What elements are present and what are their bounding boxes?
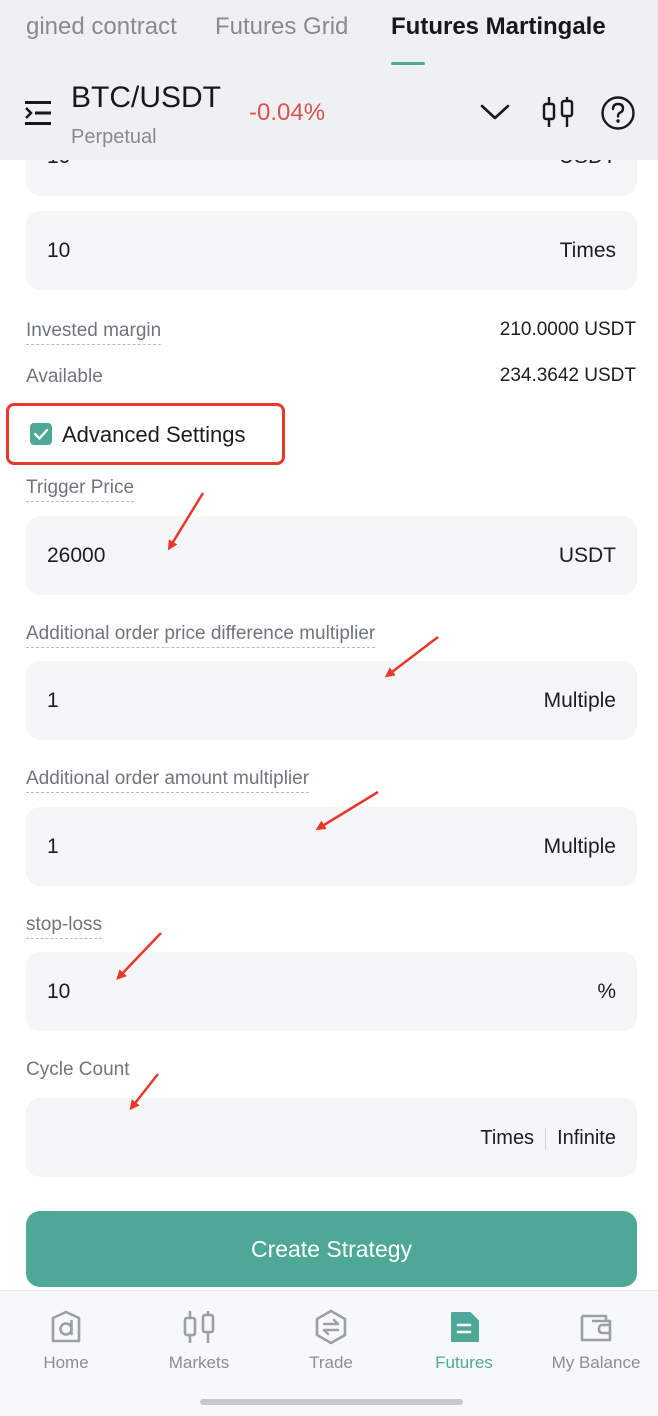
infinite-toggle[interactable]: Infinite [557,1127,616,1150]
nav-futures[interactable]: Futures [404,1309,524,1373]
nav-label-futures: Futures [435,1353,493,1372]
nav-my-balance[interactable]: My Balance [536,1309,656,1373]
nav-trade[interactable]: Trade [271,1309,391,1373]
chevron-down-icon[interactable] [480,102,510,122]
bottom-nav: Home Markets Trade Futures My Balance [0,1290,658,1416]
cycle-count-units: Times Infinite [480,1127,616,1150]
nav-label-my-balance: My Balance [551,1353,641,1372]
price-diff-multiplier-label[interactable]: Additional order price difference multip… [26,623,376,648]
amount-multiplier-label[interactable]: Additional order amount multiplier [26,768,310,793]
trade-icon [315,1309,347,1345]
leverage-field[interactable]: 10 Times [26,211,637,290]
nav-label-trade: Trade [309,1353,353,1372]
nav-home[interactable]: Home [6,1309,126,1373]
trigger-price-field[interactable]: 26000 USDT [26,516,637,595]
pair-title[interactable]: BTC/USDT [71,81,221,115]
contract-type: Perpetual [71,126,157,148]
price-diff-multiplier-unit: Multiple [543,689,616,712]
tab-futures-grid[interactable]: Futures Grid [215,13,348,41]
invested-margin-label[interactable]: Invested margin [26,320,162,345]
cycle-count-field[interactable]: Times Infinite [26,1098,637,1177]
trigger-price-unit: USDT [558,544,616,567]
stop-loss-unit: % [597,980,616,1003]
trigger-price-value: 26000 [47,544,106,567]
active-tab-indicator [391,62,425,65]
strategy-tabs: gined contract Futures Grid Futures Mart… [0,0,658,68]
invested-margin-value: 210.0000 USDT [499,319,636,340]
available-label: Available [26,366,103,387]
nav-label-markets: Markets [168,1353,230,1372]
wallet-icon [580,1314,612,1342]
leverage-unit: Times [559,239,616,262]
candlestick-icon[interactable] [540,94,576,130]
cycle-count-label: Cycle Count [26,1059,130,1080]
home-icon [51,1310,81,1343]
trigger-price-label[interactable]: Trigger Price [26,477,135,502]
price-diff-multiplier-field[interactable]: 1 Multiple [26,661,637,740]
check-icon [33,428,49,440]
leverage-value: 10 [47,239,71,262]
stop-loss-field[interactable]: 10 % [26,952,637,1031]
stop-loss-value: 10 [47,980,71,1003]
amount-multiplier-value: 1 [47,835,59,858]
home-indicator [200,1399,463,1405]
tab-combined-contract[interactable]: gined contract [26,13,177,41]
stop-loss-label[interactable]: stop-loss [26,914,103,939]
unit-divider [545,1127,547,1150]
amount-multiplier-unit: Multiple [543,835,616,858]
nav-label-home: Home [43,1353,89,1372]
amount-multiplier-field[interactable]: 1 Multiple [26,807,637,886]
cycle-times-unit: Times [480,1127,535,1149]
advanced-settings-label[interactable]: Advanced Settings [62,422,245,448]
advanced-settings-checkbox[interactable] [30,423,52,445]
tab-futures-martingale[interactable]: Futures Martingale [391,13,606,41]
nav-markets[interactable]: Markets [139,1309,259,1373]
futures-icon [451,1312,479,1342]
markets-icon [183,1311,215,1343]
price-change: -0.04% [249,99,326,126]
help-icon[interactable] [600,95,636,131]
price-diff-multiplier-value: 1 [47,689,59,712]
available-value: 234.3642 USDT [499,365,636,386]
create-strategy-button[interactable]: Create Strategy [26,1211,637,1287]
pair-header: BTC/USDT -0.04% Perpetual [0,68,658,160]
menu-icon[interactable] [24,99,54,127]
